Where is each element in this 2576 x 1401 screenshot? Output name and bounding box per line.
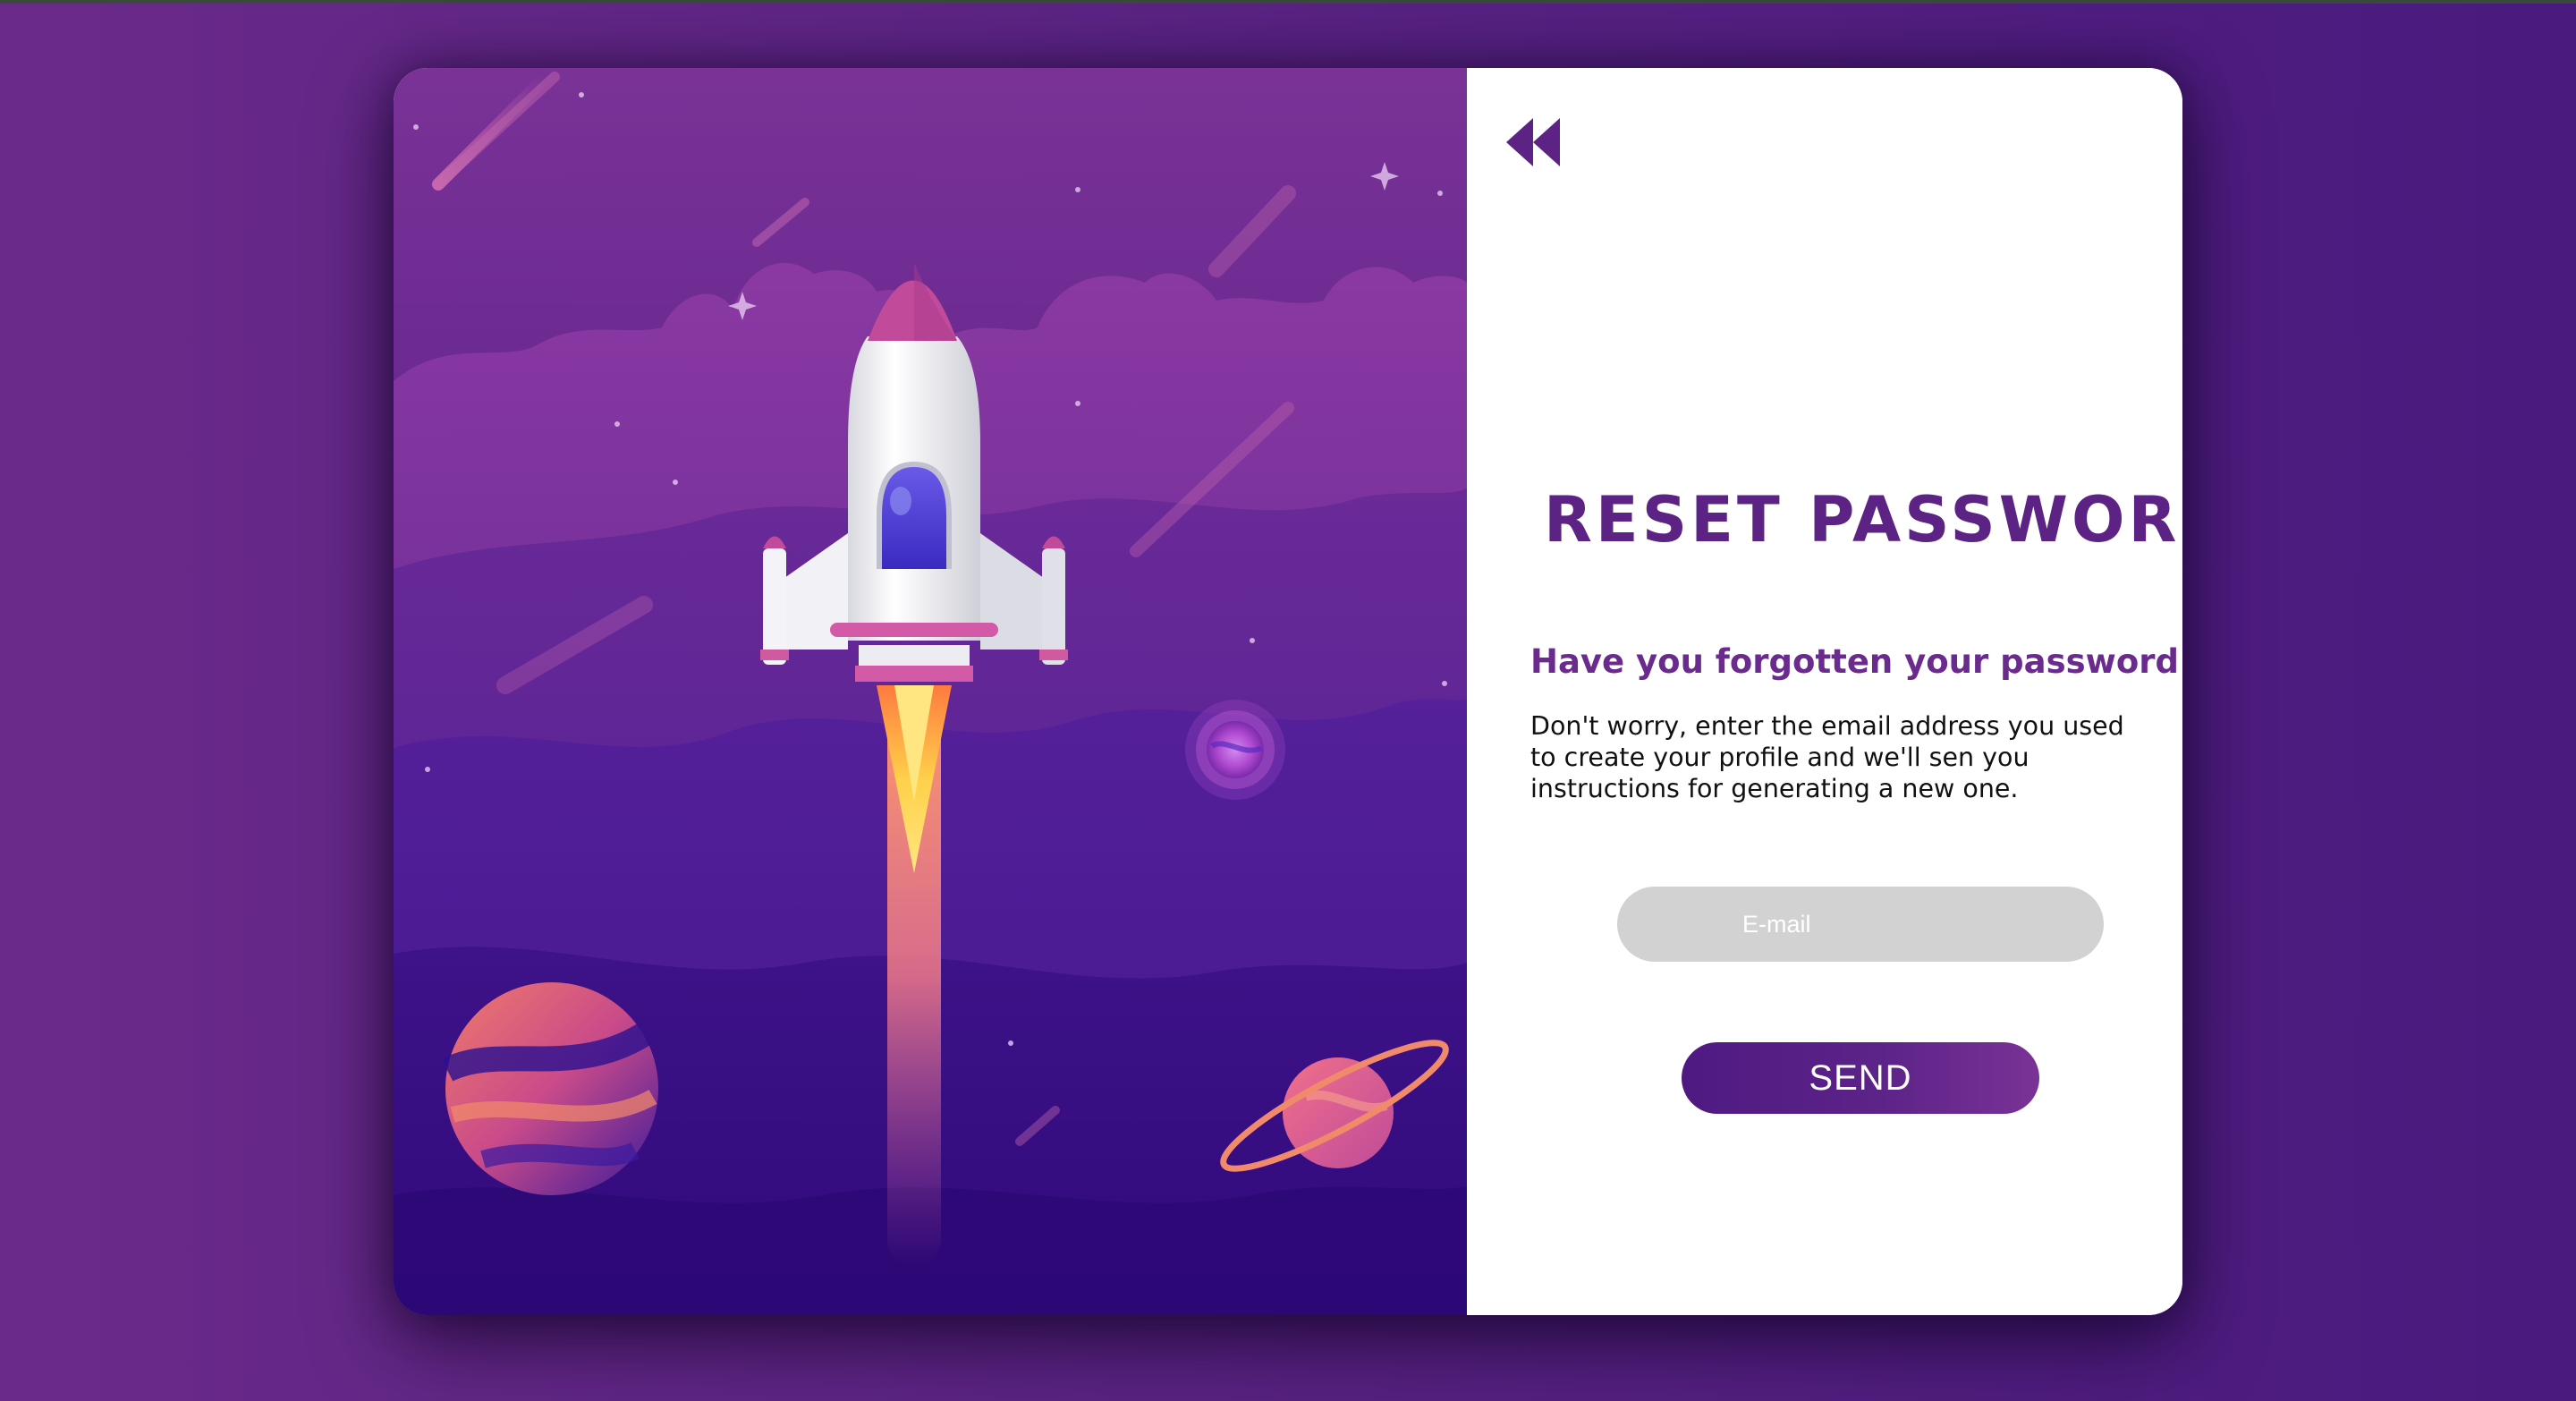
rocket-exhaust	[877, 685, 952, 1267]
send-button[interactable]: SEND	[1682, 1042, 2039, 1114]
email-input[interactable]	[1617, 887, 2104, 962]
page-title: RESET PASSWORD	[1544, 483, 2182, 556]
top-border	[0, 0, 2576, 4]
reset-password-card: RESET PASSWORD Have you forgotten your p…	[394, 68, 2182, 1315]
double-chevron-left-icon	[1506, 118, 1560, 166]
planet-icon	[441, 982, 658, 1195]
reset-password-panel: RESET PASSWORD Have you forgotten your p…	[1467, 68, 2182, 1315]
subtitle: Have you forgotten your password ?	[1530, 642, 2182, 681]
rocket-illustration	[394, 68, 1467, 1315]
instructions-text: Don't worry, enter the email address you…	[1530, 711, 2124, 803]
small-planet-icon	[1185, 700, 1285, 800]
back-button[interactable]	[1503, 113, 1567, 172]
